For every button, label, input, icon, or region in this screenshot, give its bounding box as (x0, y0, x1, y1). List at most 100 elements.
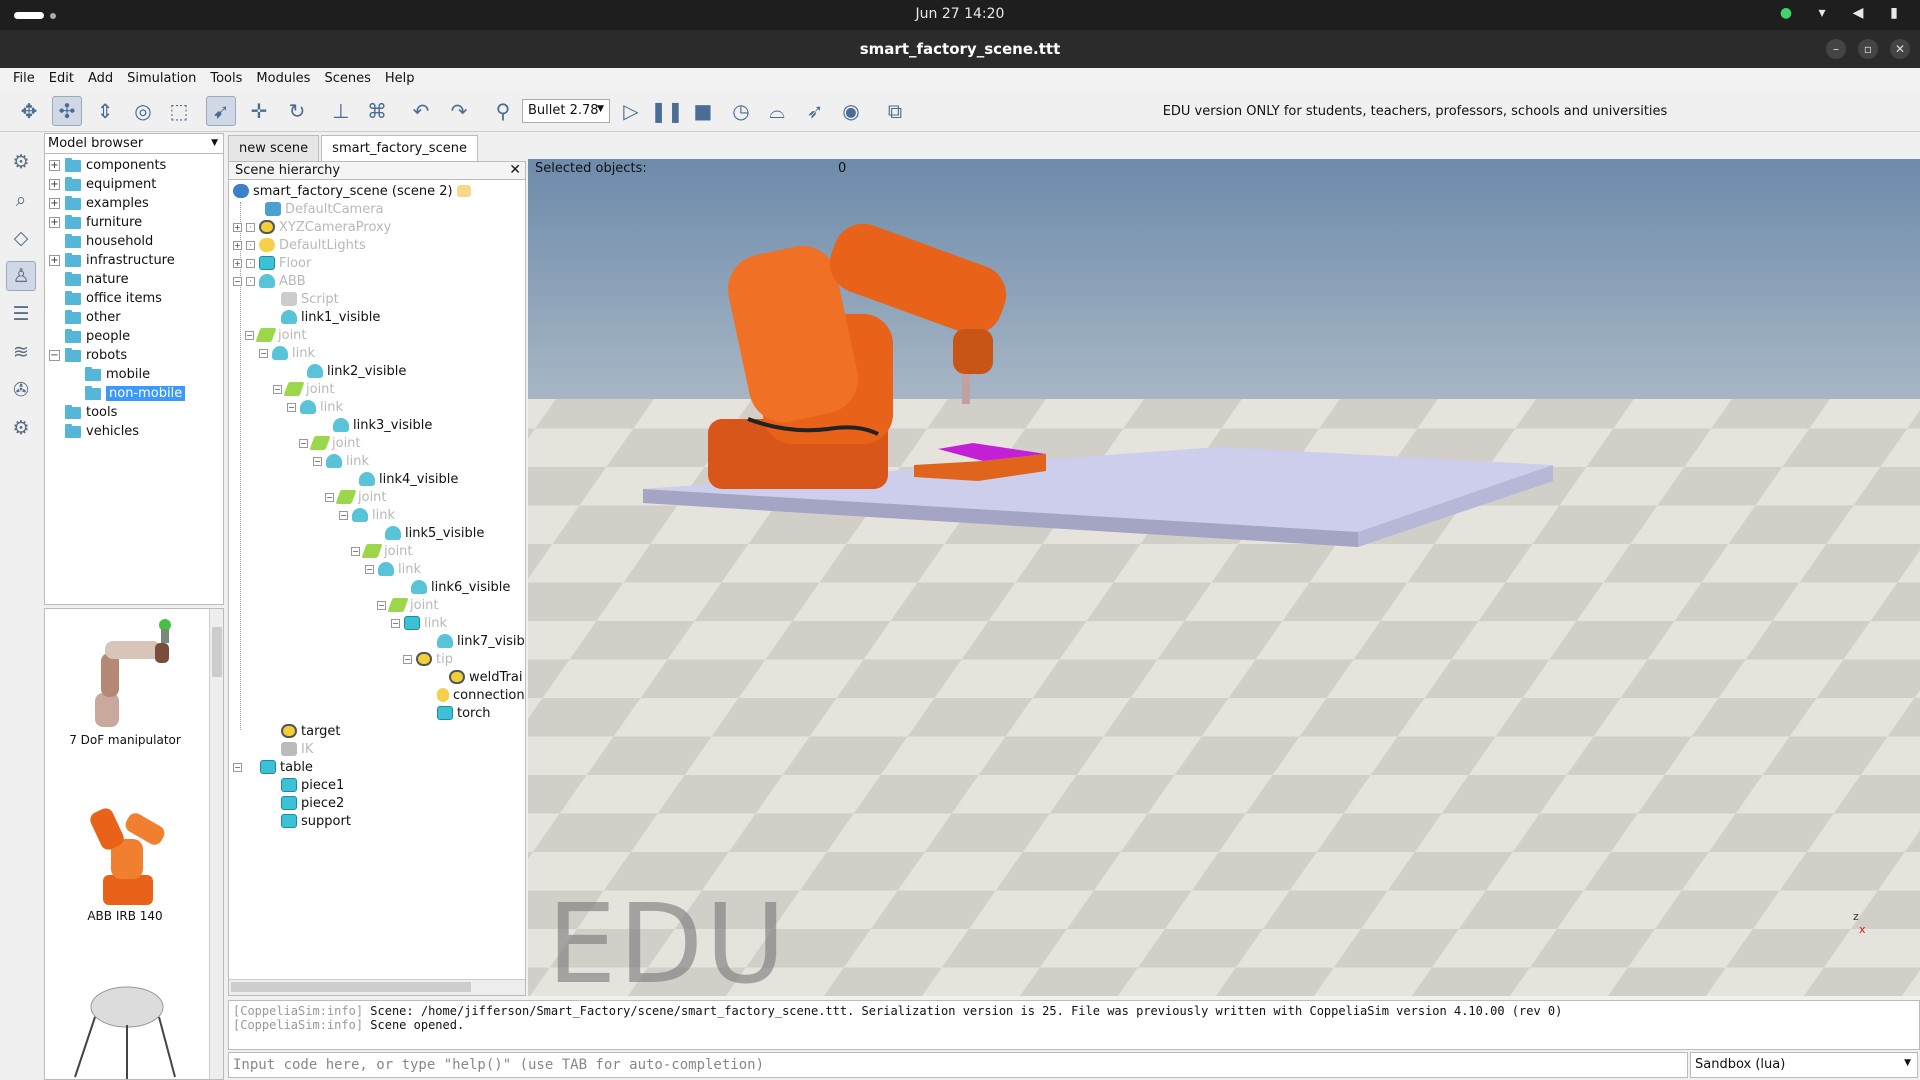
expand-icon[interactable]: + (233, 222, 242, 232)
scrollbar-thumb[interactable] (212, 627, 222, 677)
visibility-icon[interactable]: · (246, 276, 255, 286)
menu-add[interactable]: Add (81, 68, 120, 90)
tree-node[interactable]: − link (391, 614, 447, 632)
tab-smart-factory-scene[interactable]: smart_factory_scene (321, 135, 478, 161)
menu-help[interactable]: Help (378, 68, 422, 90)
tree-node[interactable]: − · ABB (233, 272, 306, 290)
tree-node[interactable]: IK (281, 740, 313, 758)
camera-rotate-icon[interactable]: ✣ (52, 96, 82, 126)
menu-file[interactable]: File (6, 68, 42, 90)
expand-icon[interactable]: + (49, 160, 60, 171)
collapse-icon[interactable]: − (403, 654, 412, 664)
tree-node[interactable]: − joint (273, 380, 335, 398)
tree-node[interactable]: torch (437, 704, 491, 722)
camera-angle-icon[interactable]: ◎ (128, 96, 158, 126)
tree-node[interactable]: link2_visible (307, 362, 406, 380)
model-folder[interactable]: tools (65, 403, 117, 422)
search-icon[interactable]: ⌕ (6, 185, 36, 215)
speed-up-icon[interactable]: ➶ (800, 96, 830, 126)
visibility-icon[interactable]: · (246, 240, 255, 250)
tree-node[interactable]: link5_visible (385, 524, 484, 542)
visibility-icon[interactable]: · (246, 222, 255, 232)
menu-tools[interactable]: Tools (203, 68, 249, 90)
collapse-icon[interactable]: − (391, 618, 400, 628)
tree-node[interactable]: link4_visible (359, 470, 458, 488)
redo-icon[interactable]: ↷ (444, 96, 474, 126)
tree-node[interactable]: target (281, 722, 341, 740)
collapse-icon[interactable]: − (233, 276, 242, 286)
tree-node[interactable]: piece1 (281, 776, 344, 794)
tree-node[interactable]: − table (233, 758, 313, 776)
simulation-settings-icon[interactable]: ⚙ (6, 147, 36, 177)
tree-node[interactable]: − joint (299, 434, 361, 452)
shape-edit-icon[interactable]: ◇ (6, 223, 36, 253)
tree-node[interactable]: − link (287, 398, 343, 416)
collapse-icon[interactable]: − (299, 438, 308, 448)
scene-root[interactable]: smart_factory_scene (scene 2) (233, 182, 471, 200)
dynamics-content-icon[interactable]: ⚲ (488, 96, 518, 126)
model-folder[interactable]: nature (65, 270, 129, 289)
collapse-icon[interactable]: − (245, 330, 254, 340)
camera-pan-icon[interactable]: ✥ (14, 96, 44, 126)
scrollbar-thumb[interactable] (231, 982, 471, 992)
stop-icon[interactable]: ■ (688, 96, 718, 126)
assemble-icon[interactable]: ⊥ (326, 96, 356, 126)
tree-node[interactable]: − link (339, 506, 395, 524)
tree-node[interactable]: − joint (351, 542, 413, 560)
model-folder[interactable]: household (65, 232, 153, 251)
model-folder[interactable]: − robots (49, 346, 127, 365)
camera-shift-icon[interactable]: ⇕ (90, 96, 120, 126)
click-select-icon[interactable]: ➹ (206, 96, 236, 126)
clock[interactable]: Jun 27 14:20 (0, 6, 1920, 22)
system-tray[interactable]: ● ▾ ◀ ▮ (1776, 5, 1904, 21)
collapse-icon[interactable]: − (233, 762, 242, 772)
tree-node[interactable]: − link (259, 344, 315, 362)
scene-hierarchy-icon[interactable]: ☰ (6, 299, 36, 329)
collapse-icon[interactable]: − (377, 600, 386, 610)
model-folder[interactable]: + equipment (49, 175, 156, 194)
model-folder-selected[interactable]: non-mobile (85, 384, 186, 403)
slow-down-icon[interactable]: ⌓ (762, 96, 792, 126)
model-folder[interactable]: people (65, 327, 130, 346)
sandbox-select[interactable]: Sandbox (lua) ▼ (1690, 1052, 1918, 1078)
hierarchy-horizontal-scrollbar[interactable] (229, 979, 525, 995)
visibility-icon[interactable]: · (246, 258, 255, 268)
transfer-dna-icon[interactable]: ⌘ (362, 96, 392, 126)
tree-node[interactable]: − joint (377, 596, 439, 614)
menu-edit[interactable]: Edit (42, 68, 81, 90)
wifi-icon[interactable]: ▾ (1812, 5, 1832, 21)
tree-node[interactable]: piece2 (281, 794, 344, 812)
expand-icon[interactable]: + (49, 198, 60, 209)
collapse-icon[interactable]: − (313, 456, 322, 466)
fit-to-view-icon[interactable]: ⬚ (164, 96, 194, 126)
tree-node[interactable]: link1_visible (281, 308, 380, 326)
tree-node[interactable]: + · Floor (233, 254, 311, 272)
close-icon[interactable]: ✕ (1890, 39, 1910, 59)
visualization-icon[interactable]: ◉ (836, 96, 866, 126)
tab-new-scene[interactable]: new scene (228, 135, 320, 161)
script-icon[interactable] (456, 185, 471, 197)
scene-viewport[interactable] (528, 159, 1920, 996)
undo-icon[interactable]: ↶ (406, 96, 436, 126)
collapse-icon[interactable]: − (259, 348, 268, 358)
model-thumbnail[interactable] (45, 967, 205, 1079)
model-folder[interactable]: + examples (49, 194, 149, 213)
expand-icon[interactable]: + (49, 255, 60, 266)
user-settings-icon[interactable]: ⚙ (6, 413, 36, 443)
tree-node[interactable]: − link (365, 560, 421, 578)
menu-simulation[interactable]: Simulation (120, 68, 203, 90)
expand-icon[interactable]: + (49, 217, 60, 228)
pause-icon[interactable]: ❚❚ (650, 96, 684, 126)
tree-node[interactable]: weldTrai (449, 668, 522, 686)
tree-node[interactable]: + · XYZCameraProxy (233, 218, 391, 236)
tree-node[interactable]: − link (313, 452, 369, 470)
whatsapp-icon[interactable]: ● (1776, 5, 1796, 21)
model-folder[interactable]: mobile (85, 365, 150, 384)
tree-node[interactable]: Script (281, 290, 339, 308)
collapse-icon[interactable]: − (351, 546, 360, 556)
object-shift-icon[interactable]: ✛ (244, 96, 274, 126)
tree-node[interactable]: link7_visibl (437, 632, 525, 650)
model-browser-icon[interactable]: ♙ (6, 261, 36, 291)
model-folder[interactable]: other (65, 308, 121, 327)
expand-icon[interactable]: + (49, 179, 60, 190)
